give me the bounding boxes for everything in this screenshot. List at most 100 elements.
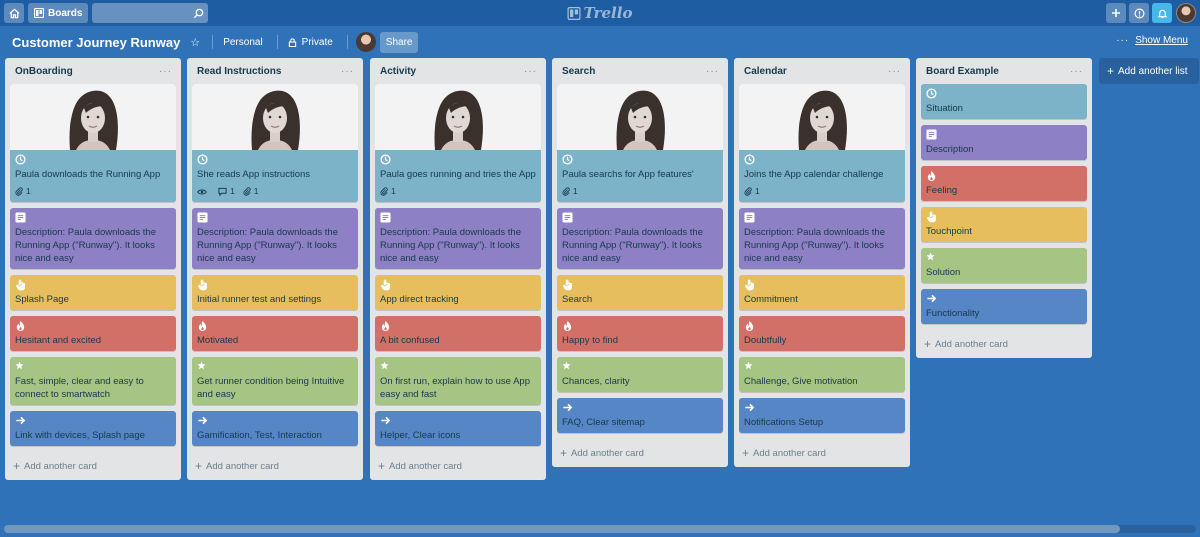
card-desc[interactable]: Description: Paula downloads the Running… xyxy=(375,208,541,269)
card-touch[interactable]: Search xyxy=(557,275,723,310)
card-sol[interactable]: Get runner condition being Intuitive and… xyxy=(192,357,358,405)
create-button[interactable] xyxy=(1106,3,1126,23)
card-situation[interactable]: She reads App instructions 1 1 xyxy=(192,84,358,202)
card-func[interactable]: Link with devices, Splash page xyxy=(10,411,176,446)
card-desc[interactable]: Description xyxy=(921,125,1087,160)
card-feel[interactable]: Motivated xyxy=(192,316,358,351)
add-list-button[interactable]: + Add another list xyxy=(1099,58,1199,84)
scrollbar-thumb[interactable] xyxy=(4,525,1120,533)
home-icon xyxy=(8,8,20,18)
add-card-button[interactable]: + Add another card xyxy=(739,439,905,467)
badge-attachment: 1 xyxy=(380,185,396,198)
card-situation[interactable]: Situation xyxy=(921,84,1087,119)
add-card-button[interactable]: + Add another card xyxy=(557,439,723,467)
list-menu-icon[interactable]: ··· xyxy=(524,66,537,77)
add-card-button[interactable]: + Add another card xyxy=(921,330,1087,358)
trello-logo-icon xyxy=(567,6,581,20)
card-situation[interactable]: Paula goes running and tries the App 1 xyxy=(375,84,541,202)
clock-icon xyxy=(197,154,353,166)
card-touch[interactable]: Touchpoint xyxy=(921,207,1087,242)
attachment-icon xyxy=(380,187,388,196)
add-card-button[interactable]: + Add another card xyxy=(375,452,541,480)
card-touch[interactable]: App direct tracking xyxy=(375,275,541,310)
card-feel[interactable]: Happy to find xyxy=(557,316,723,351)
list-title[interactable]: Calendar xyxy=(744,66,787,77)
info-button[interactable] xyxy=(1129,3,1149,23)
list-title[interactable]: Activity xyxy=(380,66,416,77)
card-func[interactable]: Gamification, Test, Interaction xyxy=(192,411,358,446)
card-desc[interactable]: Description: Paula downloads the Running… xyxy=(557,208,723,269)
list-header: Activity ··· xyxy=(375,58,541,84)
show-menu-button[interactable]: ··· Show Menu xyxy=(1116,35,1188,46)
card-title: Functionality xyxy=(926,308,980,319)
add-card-label: Add another card xyxy=(571,447,644,459)
list-menu-icon[interactable]: ··· xyxy=(159,66,172,77)
card-feel[interactable]: Feeling xyxy=(921,166,1087,201)
hand-pointer-icon xyxy=(926,211,1082,223)
card-feel[interactable]: Doubtfully xyxy=(739,316,905,351)
member-avatar[interactable] xyxy=(355,32,376,52)
arrow-right-icon xyxy=(744,402,900,414)
card-sol[interactable]: Challenge, Give motivation xyxy=(739,357,905,392)
list-menu-icon[interactable]: ··· xyxy=(1070,66,1083,77)
team-button[interactable]: Personal xyxy=(217,33,268,52)
user-avatar[interactable] xyxy=(1176,3,1196,23)
star-icon[interactable]: ☆ xyxy=(190,36,200,49)
list-title[interactable]: Board Example xyxy=(926,66,999,77)
card-sol[interactable]: On first run, explain how to use App eas… xyxy=(375,357,541,405)
board-title[interactable]: Customer Journey Runway xyxy=(12,35,180,50)
list-menu-icon[interactable]: ··· xyxy=(888,66,901,77)
card-desc[interactable]: Description: Paula downloads the Running… xyxy=(739,208,905,269)
visibility-button[interactable]: Private xyxy=(282,33,339,52)
list-title[interactable]: OnBoarding xyxy=(15,66,73,77)
card-title: Description: Paula downloads the Running… xyxy=(197,227,339,264)
card-func[interactable]: Notifications Setup xyxy=(739,398,905,433)
lock-icon xyxy=(288,37,296,47)
boards-label: Boards xyxy=(48,7,83,19)
card-situation[interactable]: Joins the App calendar challenge 1 xyxy=(739,84,905,202)
card-situation[interactable]: Paula searchs for App features' 1 xyxy=(557,84,723,202)
card-feel[interactable]: A bit confused xyxy=(375,316,541,351)
share-button[interactable]: Share xyxy=(379,31,419,53)
search-input[interactable] xyxy=(92,3,209,23)
card-badges: 1 xyxy=(744,185,900,198)
trello-logo[interactable]: Trello xyxy=(567,4,632,22)
card-func[interactable]: Helper, Clear icons xyxy=(375,411,541,446)
info-icon xyxy=(1134,8,1144,18)
card-desc[interactable]: Description: Paula downloads the Running… xyxy=(192,208,358,269)
boards-button[interactable]: Boards xyxy=(28,3,89,23)
plus-icon xyxy=(1112,9,1120,17)
card-func[interactable]: Functionality xyxy=(921,289,1087,324)
horizontal-scrollbar[interactable] xyxy=(4,525,1196,533)
arrow-right-icon xyxy=(197,415,353,427)
card-sol[interactable]: Solution xyxy=(921,248,1087,283)
card-title: Paula downloads the Running App xyxy=(15,169,161,180)
card-sol[interactable]: Fast, simple, clear and easy to connect … xyxy=(10,357,176,405)
list-title[interactable]: Search xyxy=(562,66,595,77)
card-title: Initial runner test and settings xyxy=(197,294,322,305)
badge-count: 1 xyxy=(253,186,259,196)
card-desc[interactable]: Description: Paula downloads the Running… xyxy=(10,208,176,269)
flame-icon xyxy=(562,320,718,332)
home-button[interactable] xyxy=(4,3,24,23)
card-sol[interactable]: Chances, clarity xyxy=(557,357,723,392)
card-title: Hesitant and excited xyxy=(15,335,102,346)
card-touch[interactable]: Initial runner test and settings xyxy=(192,275,358,310)
list-menu-icon[interactable]: ··· xyxy=(341,66,354,77)
card-touch[interactable]: Splash Page xyxy=(10,275,176,310)
add-card-button[interactable]: + Add another card xyxy=(192,452,358,480)
flame-icon xyxy=(15,320,171,332)
notifications-button[interactable] xyxy=(1152,3,1172,23)
card-feel[interactable]: Hesitant and excited xyxy=(10,316,176,351)
card-func[interactable]: FAQ, Clear sitemap xyxy=(557,398,723,433)
card-touch[interactable]: Commitment xyxy=(739,275,905,310)
board-header: Customer Journey Runway ☆ Personal Priva… xyxy=(0,26,1200,58)
card-situation[interactable]: Paula downloads the Running App 1 xyxy=(10,84,176,202)
list-menu-icon[interactable]: ··· xyxy=(706,66,719,77)
list-title[interactable]: Read Instructions xyxy=(197,66,281,77)
divider xyxy=(346,35,348,49)
add-card-label: Add another card xyxy=(389,460,462,472)
card-badges: 1 xyxy=(562,185,718,198)
description-icon xyxy=(197,212,353,224)
add-card-button[interactable]: + Add another card xyxy=(10,452,176,480)
